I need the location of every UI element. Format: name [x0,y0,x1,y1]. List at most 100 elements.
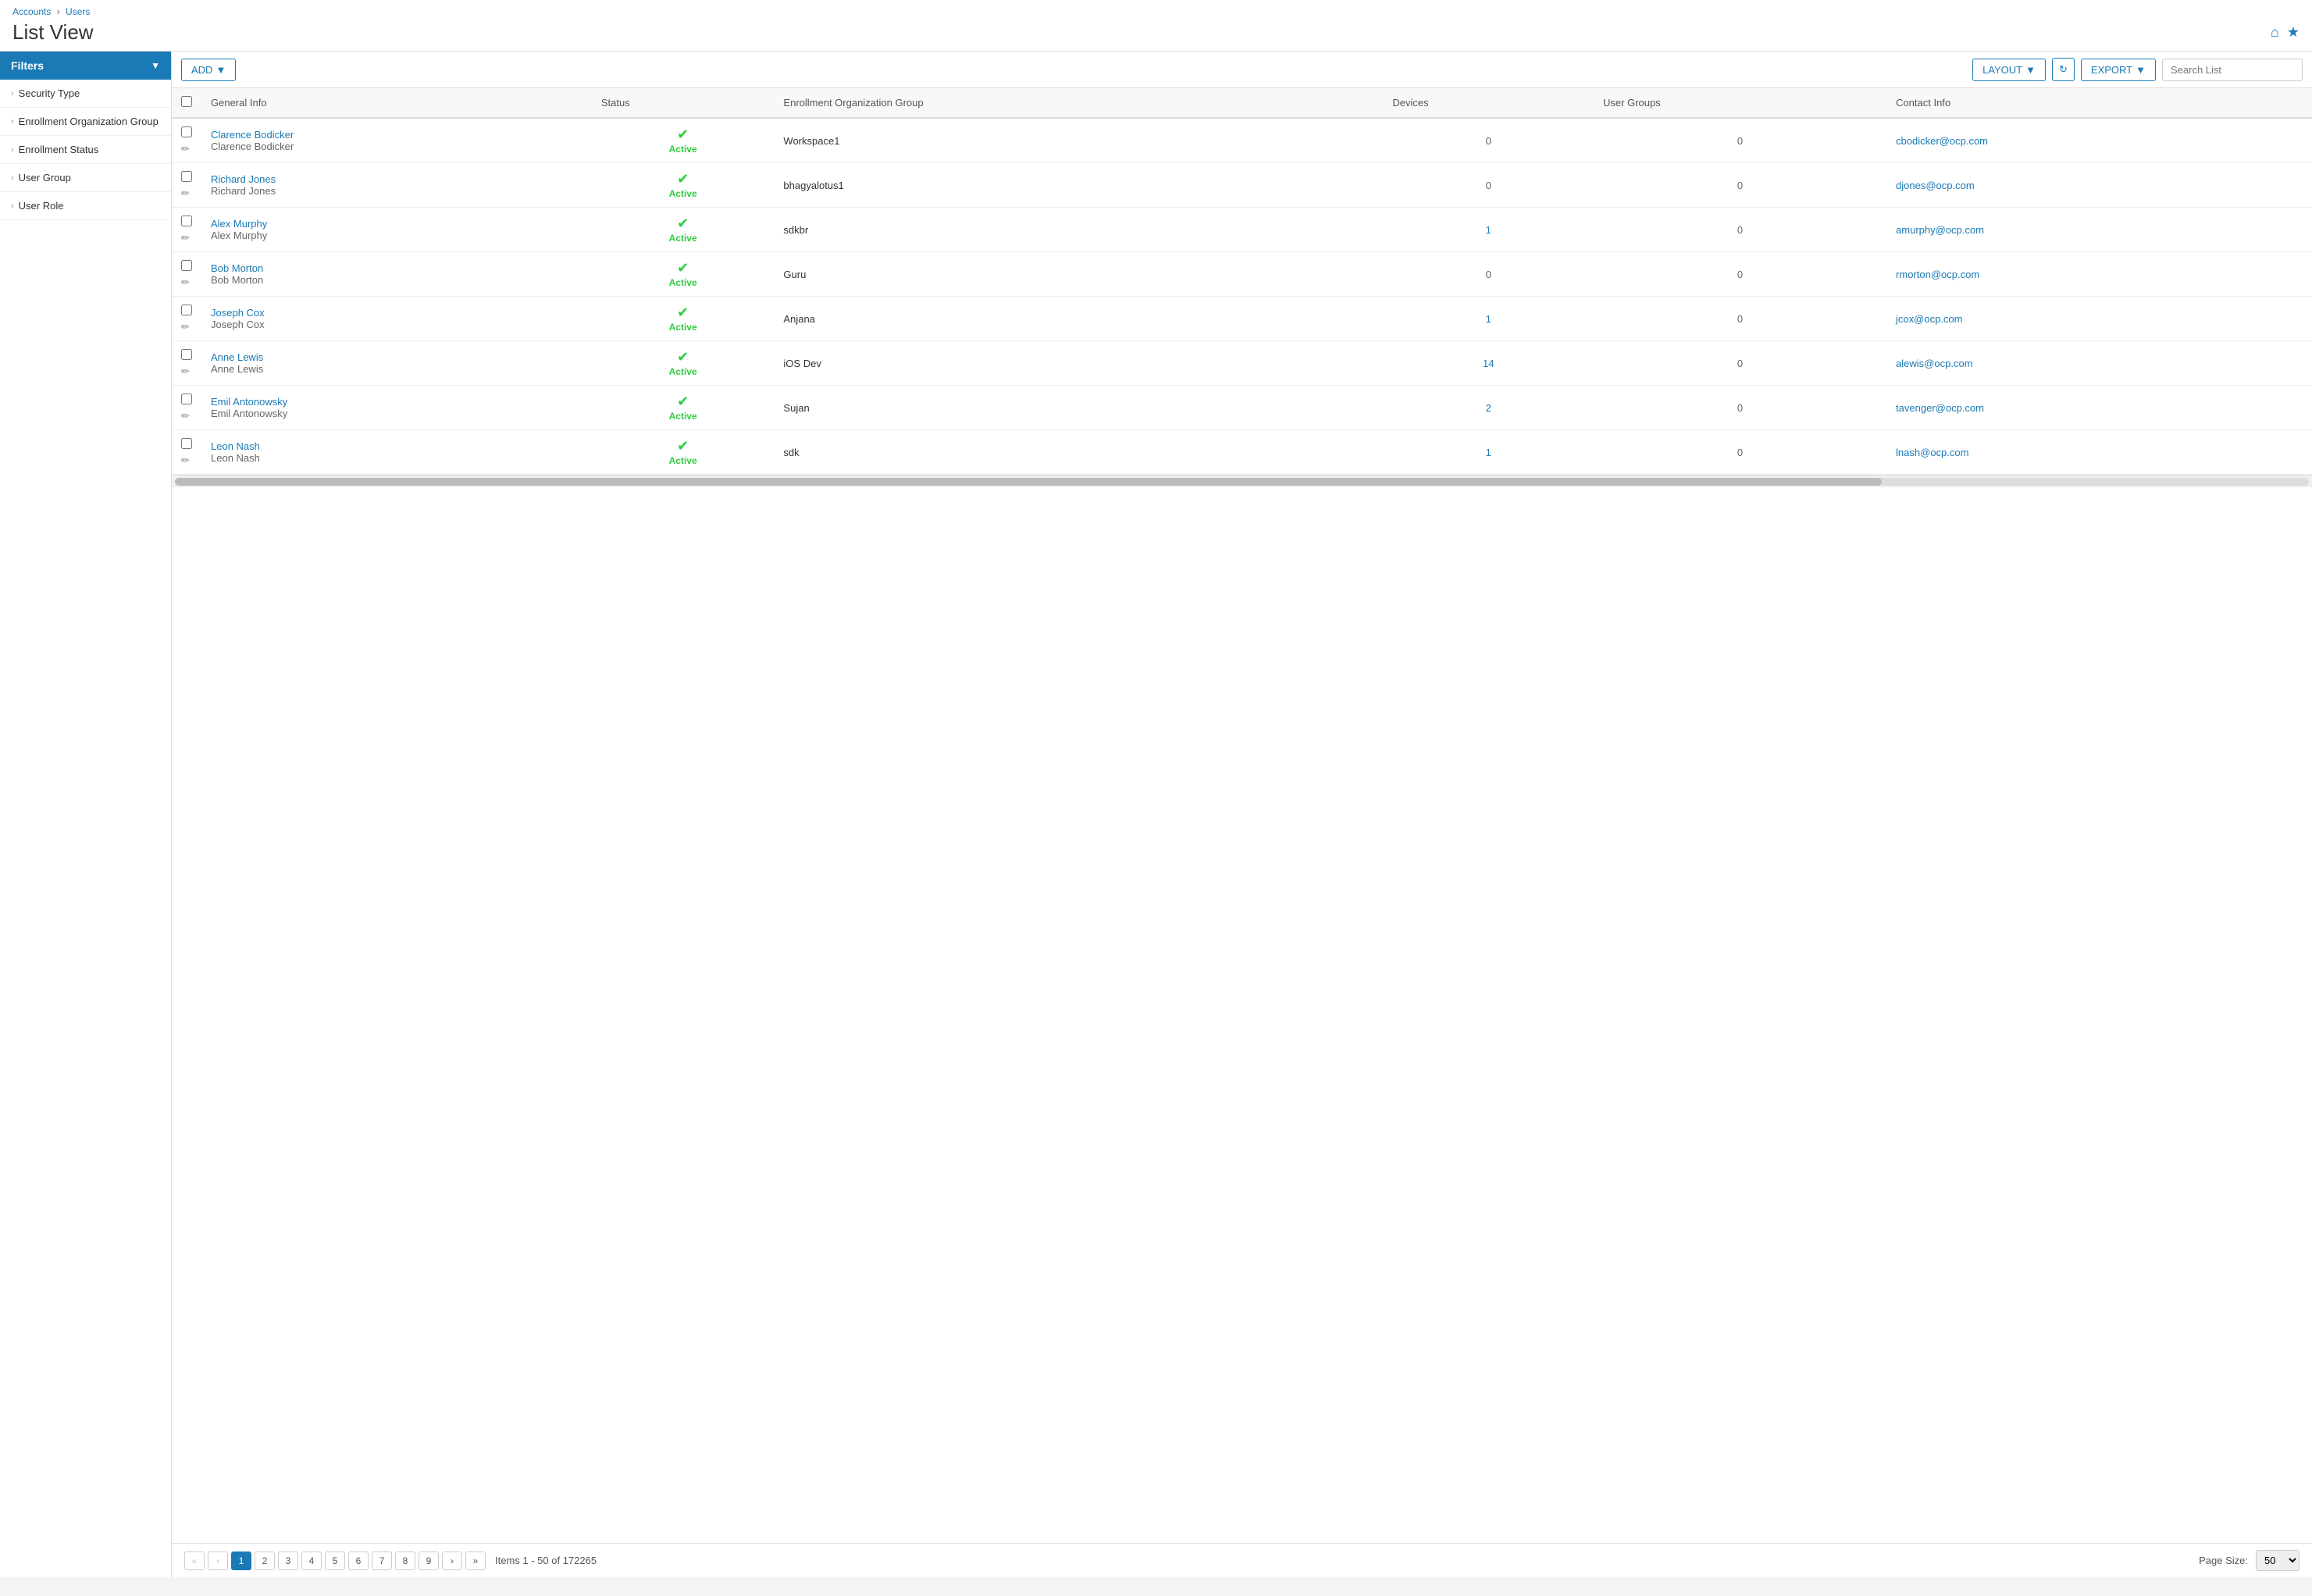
row-checkbox-cell-4: ✏ [172,297,201,341]
status-text-4: Active [669,322,697,333]
edit-icon-2[interactable]: ✏ [181,232,190,244]
row-status-6: ✔ Active [592,386,775,430]
user-link-7[interactable]: Leon Nash [211,440,582,452]
edit-icon-5[interactable]: ✏ [181,365,190,377]
pagination-page-3[interactable]: 3 [278,1551,298,1570]
user-sub-3: Bob Morton [211,274,263,286]
sidebar-item-enrollment-org-group[interactable]: ›Enrollment Organization Group [0,108,171,136]
pagination-page-7[interactable]: 7 [372,1551,392,1570]
pagination-first-button[interactable]: « [184,1551,205,1570]
arrow-icon: › [11,201,14,211]
email-link-1[interactable]: djones@ocp.com [1896,180,1975,191]
sidebar-item-user-group[interactable]: ›User Group [0,164,171,192]
row-devices-3: 0 [1383,252,1594,297]
row-devices-5: 14 [1383,341,1594,386]
content-area: ADD ▼ LAYOUT ▼ ↻ EXPORT ▼ [172,52,2312,1577]
sidebar-item-enrollment-status[interactable]: ›Enrollment Status [0,136,171,164]
pagination-page-5[interactable]: 5 [325,1551,345,1570]
user-link-1[interactable]: Richard Jones [211,173,582,185]
status-check-icon-4: ✔ [601,305,765,321]
edit-icon-1[interactable]: ✏ [181,187,190,199]
pagination-page-1[interactable]: 1 [231,1551,251,1570]
edit-icon-4[interactable]: ✏ [181,321,190,333]
email-link-3[interactable]: rmorton@ocp.com [1896,269,1979,280]
breadcrumb-users[interactable]: Users [66,6,90,17]
pagination-page-2[interactable]: 2 [255,1551,275,1570]
user-link-3[interactable]: Bob Morton [211,262,582,274]
select-all-checkbox[interactable] [181,96,192,107]
user-link-6[interactable]: Emil Antonowsky [211,396,582,408]
email-link-5[interactable]: alewis@ocp.com [1896,358,1972,369]
edit-icon-0[interactable]: ✏ [181,143,190,155]
email-link-0[interactable]: cbodicker@ocp.com [1896,135,1988,147]
pagination-page-6[interactable]: 6 [348,1551,369,1570]
status-check-icon-3: ✔ [601,260,765,276]
table-container: General Info Status Enrollment Organizat… [172,88,2312,1543]
email-link-7[interactable]: lnash@ocp.com [1896,447,1968,458]
arrow-icon: › [11,145,14,155]
row-general-7: Leon Nash Leon Nash [201,430,592,475]
pagination-next-button[interactable]: › [442,1551,462,1570]
horizontal-scrollbar[interactable] [172,475,2312,487]
search-input[interactable] [2162,59,2303,81]
sidebar-item-security-type[interactable]: ›Security Type [0,80,171,108]
breadcrumb: Accounts › Users [12,6,2300,17]
email-link-6[interactable]: tavenger@ocp.com [1896,402,1984,414]
row-checkbox-0[interactable] [181,126,192,137]
row-checkbox-5[interactable] [181,349,192,360]
filter-label: Security Type [19,87,80,99]
status-text-7: Active [669,455,697,466]
row-general-4: Joseph Cox Joseph Cox [201,297,592,341]
email-link-2[interactable]: amurphy@ocp.com [1896,224,1984,236]
user-sub-2: Alex Murphy [211,230,267,241]
breadcrumb-separator: › [57,6,60,17]
row-checkbox-7[interactable] [181,438,192,449]
user-link-0[interactable]: Clarence Bodicker [211,129,582,141]
row-status-3: ✔ Active [592,252,775,297]
row-email-7: lnash@ocp.com [1886,430,2312,475]
pagination-prev-button[interactable]: ‹ [208,1551,228,1570]
export-button-label: EXPORT [2091,64,2132,76]
arrow-icon: › [11,117,14,126]
arrow-icon: › [11,173,14,183]
edit-icon-6[interactable]: ✏ [181,410,190,422]
page-size-select[interactable]: 50 100 200 [2256,1550,2300,1571]
row-user-groups-1: 0 [1594,163,1886,208]
row-devices-2: 1 [1383,208,1594,252]
star-icon[interactable]: ★ [2287,24,2300,41]
pagination-page-8[interactable]: 8 [395,1551,415,1570]
table-header-row: General Info Status Enrollment Organizat… [172,88,2312,118]
status-check-icon-0: ✔ [601,126,765,143]
edit-icon-7[interactable]: ✏ [181,454,190,466]
add-button-label: ADD [191,64,212,76]
col-user-groups-header: User Groups [1594,88,1886,118]
pagination-page-9[interactable]: 9 [419,1551,439,1570]
edit-icon-3[interactable]: ✏ [181,276,190,288]
layout-button[interactable]: LAYOUT ▼ [1972,59,2046,81]
row-checkbox-cell-7: ✏ [172,430,201,475]
col-contact-info-header: Contact Info [1886,88,2312,118]
email-link-4[interactable]: jcox@ocp.com [1896,313,1962,325]
status-text-6: Active [669,411,697,422]
row-checkbox-2[interactable] [181,216,192,226]
row-checkbox-4[interactable] [181,305,192,315]
pagination-last-button[interactable]: » [465,1551,486,1570]
row-checkbox-1[interactable] [181,171,192,182]
row-checkbox-6[interactable] [181,394,192,404]
sidebar-item-user-role[interactable]: ›User Role [0,192,171,220]
home-icon[interactable]: ⌂ [2271,24,2279,41]
filters-chevron-icon: ▼ [151,60,160,71]
user-link-2[interactable]: Alex Murphy [211,218,582,230]
pagination-page-4[interactable]: 4 [301,1551,322,1570]
user-link-5[interactable]: Anne Lewis [211,351,582,363]
refresh-button[interactable]: ↻ [2052,58,2075,81]
status-text-1: Active [669,188,697,199]
status-check-icon-1: ✔ [601,171,765,187]
add-button[interactable]: ADD ▼ [181,59,236,81]
user-link-4[interactable]: Joseph Cox [211,307,582,319]
export-button[interactable]: EXPORT ▼ [2081,59,2156,81]
filters-header[interactable]: Filters ▼ [0,52,171,80]
breadcrumb-accounts[interactable]: Accounts [12,6,51,17]
row-checkbox-3[interactable] [181,260,192,271]
status-text-3: Active [669,277,697,288]
